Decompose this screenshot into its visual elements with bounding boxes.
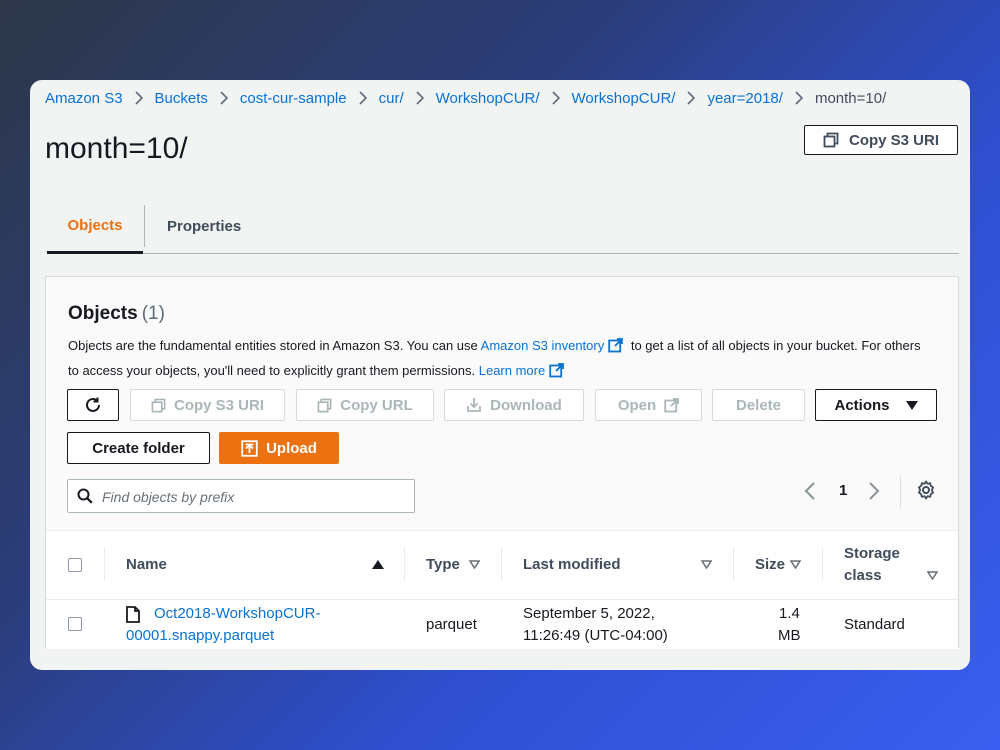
objects-table: Name Type Last modified Size Storage cla… [46,530,958,649]
copy-s3-uri-header-label: Copy S3 URI [848,131,939,149]
tab-objects[interactable]: Objects [47,200,143,254]
objects-count: (1) [141,303,165,324]
chevron-right-icon [220,91,228,105]
caret-down-icon [905,400,918,410]
breadcrumb-workshopcur-2[interactable]: WorkshopCUR/ [572,90,676,107]
external-link-icon [664,397,680,412]
actions-dropdown[interactable]: Actions [815,389,937,421]
select-all-checkbox[interactable] [68,558,82,572]
object-size-unit: MB [778,627,801,644]
copy-icon [317,398,332,412]
delete-button[interactable]: Delete [712,389,805,421]
upload-icon [241,439,258,457]
object-modified-line2: 11:26:49 (UTC-04:00) [523,627,668,644]
breadcrumb-cur[interactable]: cur/ [379,90,404,107]
header-name[interactable]: Name [126,556,167,573]
sort-icon[interactable] [469,560,480,569]
download-button-label: Download [490,396,562,414]
create-folder-label: Create folder [92,439,185,457]
chevron-right-icon[interactable] [868,481,880,501]
copy-url-button-label: Copy URL [340,396,413,414]
column-divider [733,547,734,581]
object-name-line2[interactable]: 00001.snappy.parquet [126,625,274,646]
header-storage-class-line2[interactable]: class [844,567,882,584]
chevron-right-icon [134,91,143,105]
breadcrumb-year[interactable]: year=2018/ [707,90,782,107]
column-divider [404,547,405,581]
sort-icon[interactable] [790,560,801,569]
upload-button[interactable]: Upload [219,432,339,464]
sort-icon[interactable] [701,560,712,569]
delete-button-label: Delete [735,396,782,414]
object-name-line1[interactable]: Oct2018-WorkshopCUR- [154,603,320,624]
chevron-right-icon [795,91,803,105]
open-button[interactable]: Open [595,389,702,421]
search-input[interactable] [100,484,404,510]
objects-panel-title: Objects [68,303,138,324]
sort-icon[interactable] [927,571,938,580]
chevron-left-icon[interactable] [804,481,816,501]
create-folder-button[interactable]: Create folder [67,432,210,464]
copy-s3-uri-header-button[interactable]: Copy S3 URI [804,125,958,155]
column-divider [822,547,823,581]
actions-label: Actions [834,396,890,414]
tab-bar: Objects Properties [47,200,959,254]
s3-console-card: Amazon S3 Buckets cost-cur-sample cur/ W… [30,80,970,670]
header-type[interactable]: Type [426,556,460,573]
page-number[interactable]: 1 [839,482,847,499]
page-title: month=10/ [45,132,188,165]
header-size[interactable]: Size [755,556,785,573]
breadcrumb: Amazon S3 Buckets cost-cur-sample cur/ W… [45,88,886,108]
header-storage-class-line1[interactable]: Storage [844,545,900,562]
search-box [67,479,415,513]
objects-panel-header: Objects (1) [68,303,165,325]
refresh-button[interactable] [67,389,119,421]
object-modified-line1: September 5, 2022, [523,605,655,622]
chevron-right-icon [359,91,367,105]
objects-description: Objects are the fundamental entities sto… [68,335,928,385]
tab-divider [144,205,145,247]
breadcrumb-bucket[interactable]: cost-cur-sample [240,90,347,107]
open-button-label: Open [617,396,657,414]
breadcrumb-buckets[interactable]: Buckets [155,90,208,107]
objects-panel: Objects (1) Objects are the fundamental e… [45,276,959,649]
pager-divider [900,477,901,507]
file-icon [126,606,140,623]
table-row: Oct2018-WorkshopCUR- 00001.snappy.parque… [46,600,958,649]
row-checkbox[interactable] [68,617,82,631]
breadcrumb-current: month=10/ [814,89,887,107]
breadcrumb-workshopcur-1[interactable]: WorkshopCUR/ [436,90,540,107]
copy-url-button[interactable]: Copy URL [296,389,434,421]
table-header: Name Type Last modified Size Storage cla… [46,531,958,600]
copy-icon [151,398,166,412]
desc-text-1: Objects are the fundamental entities sto… [68,338,481,353]
object-size-value: 1.4 [779,605,800,622]
breadcrumb-amazon-s3[interactable]: Amazon S3 [45,90,123,107]
learn-more-link[interactable]: Learn more [479,363,545,378]
object-storage-class: Standard [844,616,905,633]
chevron-right-icon [551,91,560,105]
copy-s3-uri-button[interactable]: Copy S3 URI [130,389,285,421]
object-type: parquet [426,616,477,633]
column-divider [104,547,105,581]
external-link-icon [549,363,565,385]
copy-icon [823,132,839,148]
chevron-right-icon [416,91,424,105]
external-link-icon [608,338,624,360]
download-icon [467,398,482,412]
chevron-right-icon [687,91,696,105]
column-divider [501,547,502,581]
download-button[interactable]: Download [444,389,584,421]
copy-s3-uri-button-label: Copy S3 URI [173,396,264,414]
inventory-link[interactable]: Amazon S3 inventory [481,338,605,353]
tab-properties[interactable]: Properties [167,200,241,252]
refresh-icon [86,397,100,412]
sort-ascending-icon[interactable] [372,560,384,569]
gear-icon[interactable] [916,480,936,500]
search-icon [77,488,93,504]
header-last-modified[interactable]: Last modified [523,556,621,573]
upload-label: Upload [266,439,317,457]
